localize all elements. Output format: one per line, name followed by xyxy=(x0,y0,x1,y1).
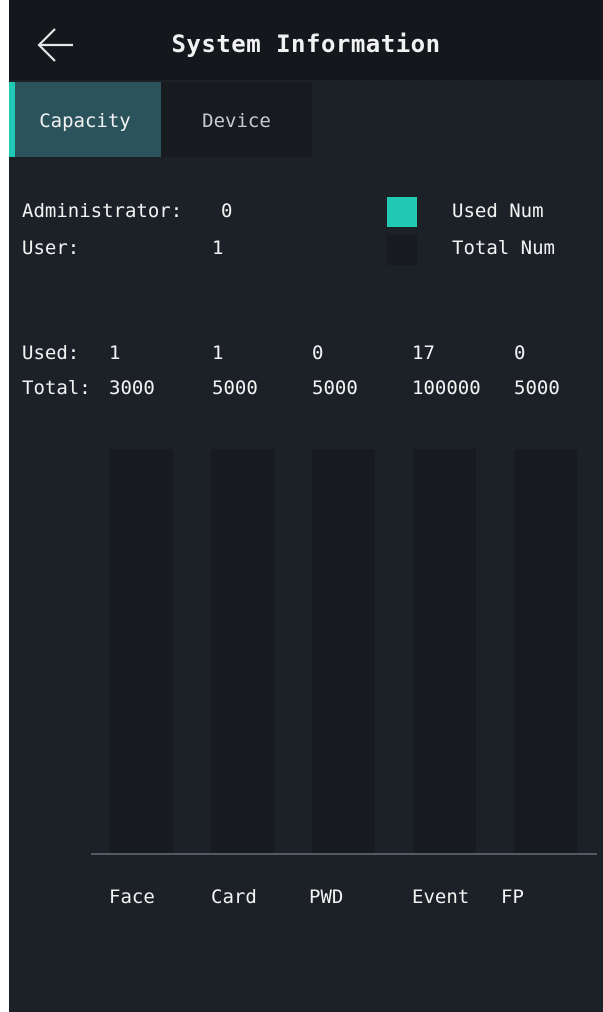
total-row-label: Total: xyxy=(22,377,91,399)
legend-total-swatch xyxy=(387,235,417,265)
legend-total-label: Total Num xyxy=(452,237,555,259)
page-title: System Information xyxy=(171,30,441,58)
bar-total-event xyxy=(413,449,476,853)
tab-device[interactable]: Device xyxy=(161,82,312,157)
used-value-face: 1 xyxy=(109,342,121,364)
administrator-label: Administrator: xyxy=(22,200,183,222)
x-label-pwd: PWD xyxy=(309,886,344,908)
bar-total-fp xyxy=(514,449,577,853)
total-value-fp: 5000 xyxy=(514,377,560,399)
bar-total-card xyxy=(211,449,274,853)
x-label-fp: FP xyxy=(501,886,524,908)
chart-x-axis xyxy=(91,853,597,855)
user-value: 1 xyxy=(212,237,224,259)
x-label-event: Event xyxy=(412,886,470,908)
total-value-face: 3000 xyxy=(109,377,155,399)
administrator-value: 0 xyxy=(221,200,233,222)
total-value-pwd: 5000 xyxy=(312,377,358,399)
tab-capacity[interactable]: Capacity xyxy=(9,82,161,157)
used-value-fp: 0 xyxy=(514,342,526,364)
bar-total-face xyxy=(110,449,173,853)
active-tab-indicator xyxy=(9,82,15,157)
header-bar: System Information xyxy=(9,0,603,80)
used-value-event: 17 xyxy=(412,342,435,364)
bar-total-pwd xyxy=(312,449,375,853)
legend-used-swatch xyxy=(387,197,417,227)
user-label: User: xyxy=(22,237,80,259)
x-label-face: Face xyxy=(109,886,155,908)
used-value-pwd: 0 xyxy=(312,342,324,364)
x-label-card: Card xyxy=(211,886,257,908)
legend-used-label: Used Num xyxy=(452,200,544,222)
total-value-card: 5000 xyxy=(212,377,258,399)
total-value-event: 100000 xyxy=(412,377,481,399)
used-row-label: Used: xyxy=(22,342,80,364)
screen: System Information Capacity Device Admin… xyxy=(9,0,603,1012)
used-value-card: 1 xyxy=(212,342,224,364)
